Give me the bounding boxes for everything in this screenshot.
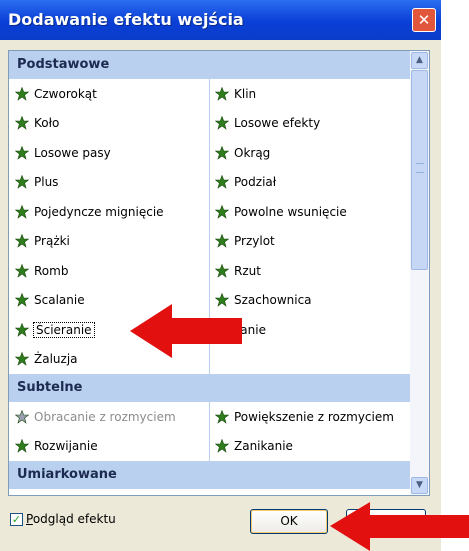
effect-item-label: Powolne wsunięcie [234,204,347,219]
effect-item[interactable]: Rozwijanie [15,432,207,462]
star-effect-icon [15,145,29,160]
effect-item-label: Rozwijanie [34,439,98,454]
effect-item[interactable]: Powiększenie z rozmyciem [215,402,407,432]
effect-row: Prążki Przylot [9,227,410,257]
section-header-label: Podstawowe [17,57,110,72]
effect-item[interactable]: Przylot [215,227,407,257]
section-header-label: Subtelne [17,380,83,395]
vertical-scrollbar[interactable]: ▲ ▼ [410,51,429,495]
effect-item-label: Szachownica [234,293,312,308]
star-effect-icon [15,322,29,337]
effect-item-label: Rzut [234,263,261,278]
star-effect-icon [15,439,29,454]
effect-row: Plus Podział [9,168,410,198]
star-effect-icon [15,116,29,131]
red-arrow-pointer-ok [330,502,469,551]
section-header: Umiarkowane [9,461,410,489]
effect-item-label: Żaluzja [34,352,78,367]
effect-item[interactable]: Zanikanie [215,432,407,462]
star-effect-icon [15,409,29,424]
effect-item[interactable]: Koło [15,109,207,139]
star-effect-icon [15,263,29,278]
effect-item[interactable]: Prążki [15,227,207,257]
dialog-window: Dodawanie efektu wejścia ✕ Podstawowe Czw… [0,0,441,551]
title-bar[interactable]: Dodawanie efektu wejścia ✕ [0,0,441,40]
effect-item[interactable]: Pojedyncze mignięcie [15,197,207,227]
effect-item-label: Koło [34,116,60,131]
preview-checkbox[interactable]: ✓ [10,512,23,526]
section-rows: Obracanie z rozmyciem Powiększenie z rozm… [9,402,410,461]
effect-row: Pojedyncze mignięcie Powolne wsunięcie [9,197,410,227]
star-effect-icon [215,145,229,160]
effect-item-label: Losowe efekty [234,116,321,131]
effect-item-label: Romb [34,263,69,278]
scroll-up-button[interactable]: ▲ [411,52,428,69]
star-effect-icon [15,86,29,101]
effect-item[interactable]: Czworokąt [15,79,207,109]
effect-item[interactable]: Losowe pasy [15,138,207,168]
effect-item[interactable]: Obracanie z rozmyciem [15,402,207,432]
effect-item[interactable]: Szachownica [215,286,407,316]
star-effect-icon [215,234,229,249]
effect-item-label: Klin [234,86,257,101]
star-effect-icon [215,116,229,131]
thumb-grip [416,163,424,173]
effect-item[interactable]: zanie [215,315,407,345]
effect-item[interactable]: Okrąg [215,138,407,168]
effect-item[interactable]: Romb [15,256,207,286]
star-effect-icon [15,234,29,249]
section-header: Podstawowe [9,51,410,79]
effect-item-label: Okrąg [234,145,271,160]
close-button[interactable]: ✕ [412,8,436,32]
effect-row: Losowe pasy Okrąg [9,138,410,168]
red-arrow-pointer-left [130,304,242,358]
effect-item-label: Podział [234,175,277,190]
effect-row: Romb Rzut [9,256,410,286]
effect-row: Rozwijanie Zanikanie [9,432,410,462]
star-effect-icon [215,409,229,424]
effect-row: Czworokąt Klin [9,79,410,109]
preview-checkbox-row[interactable]: ✓ Podgląd efektu [10,512,116,526]
effect-item[interactable]: Losowe efekty [215,109,407,139]
star-effect-icon [15,352,29,367]
section-header: Subtelne [9,374,410,402]
star-effect-icon [15,293,29,308]
effect-item-label: Plus [34,175,59,190]
effect-row: Koło Losowe efekty [9,109,410,139]
star-effect-icon [215,175,229,190]
scroll-down-button[interactable]: ▼ [411,477,428,494]
effect-item-label: Prążki [34,234,70,249]
dialog-title: Dodawanie efektu wejścia [8,10,244,29]
star-effect-icon [215,204,229,219]
effect-item-label: Ścieranie [33,321,95,338]
effect-item-label: Losowe pasy [34,145,111,160]
effect-item-label: Powiększenie z rozmyciem [234,409,394,424]
effect-item[interactable]: Powolne wsunięcie [215,197,407,227]
star-effect-icon [15,175,29,190]
scrollbar-thumb[interactable] [411,70,428,270]
effect-item-label: Zanikanie [234,439,293,454]
star-effect-icon [215,263,229,278]
preview-checkbox-label: Podgląd efektu [26,512,116,526]
effect-item[interactable]: Rzut [215,256,407,286]
effect-item-label: Obracanie z rozmyciem [34,409,176,424]
effect-item[interactable]: Podział [215,168,407,198]
effect-row: Obracanie z rozmyciem Powiększenie z rozm… [9,402,410,432]
effects-list[interactable]: Podstawowe Czworokąt Klin Koło Losowe efekty… [8,50,430,496]
effects-list-content: Podstawowe Czworokąt Klin Koło Losowe efekty… [9,51,410,489]
effect-item[interactable]: Plus [15,168,207,198]
effect-item-label: Pojedyncze mignięcie [34,204,164,219]
effect-item-label: Przylot [234,234,275,249]
star-effect-icon [215,439,229,454]
ok-button[interactable]: OK [250,509,328,534]
effect-item[interactable]: Klin [215,79,407,109]
effect-item-label: Czworokąt [34,86,97,101]
star-effect-icon [15,204,29,219]
star-effect-icon [215,86,229,101]
section-header-label: Umiarkowane [17,467,117,482]
effect-item-label: Scalanie [34,293,85,308]
